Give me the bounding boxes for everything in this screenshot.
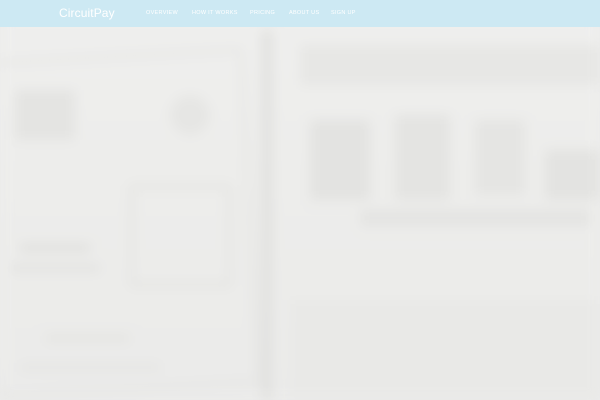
nav-link-overview[interactable]: OVERVIEW [146, 10, 178, 17]
hero-band [290, 300, 600, 400]
hero-tile [310, 120, 370, 200]
hero-tile [475, 120, 525, 195]
hero-sketch-circle [170, 95, 210, 135]
hero-band [360, 210, 590, 226]
hero-sketch-line [10, 265, 100, 271]
hero-sketch-line [45, 335, 130, 341]
hero-sketch-block [15, 90, 75, 140]
hero-sketch-line [20, 245, 90, 251]
hero-tile [395, 115, 450, 200]
hero-sketch-card [130, 185, 231, 286]
hero-tile [545, 150, 600, 200]
nav-link-how-it-works[interactable]: HOW IT WORKS [192, 10, 238, 17]
brand-logo[interactable]: CircuitPay [59, 6, 115, 20]
hero-band [300, 45, 600, 85]
hero-sketch-line [20, 365, 160, 370]
hero-background [0, 0, 600, 400]
nav-link-pricing[interactable]: PRICING [250, 10, 275, 17]
nav-link-about-us[interactable]: ABOUT US [289, 10, 319, 17]
top-navbar: CircuitPay OVERVIEW HOW IT WORKS PRICING… [0, 0, 600, 27]
hero-divider [262, 30, 272, 400]
nav-link-sign-up[interactable]: SIGN UP [331, 10, 356, 17]
